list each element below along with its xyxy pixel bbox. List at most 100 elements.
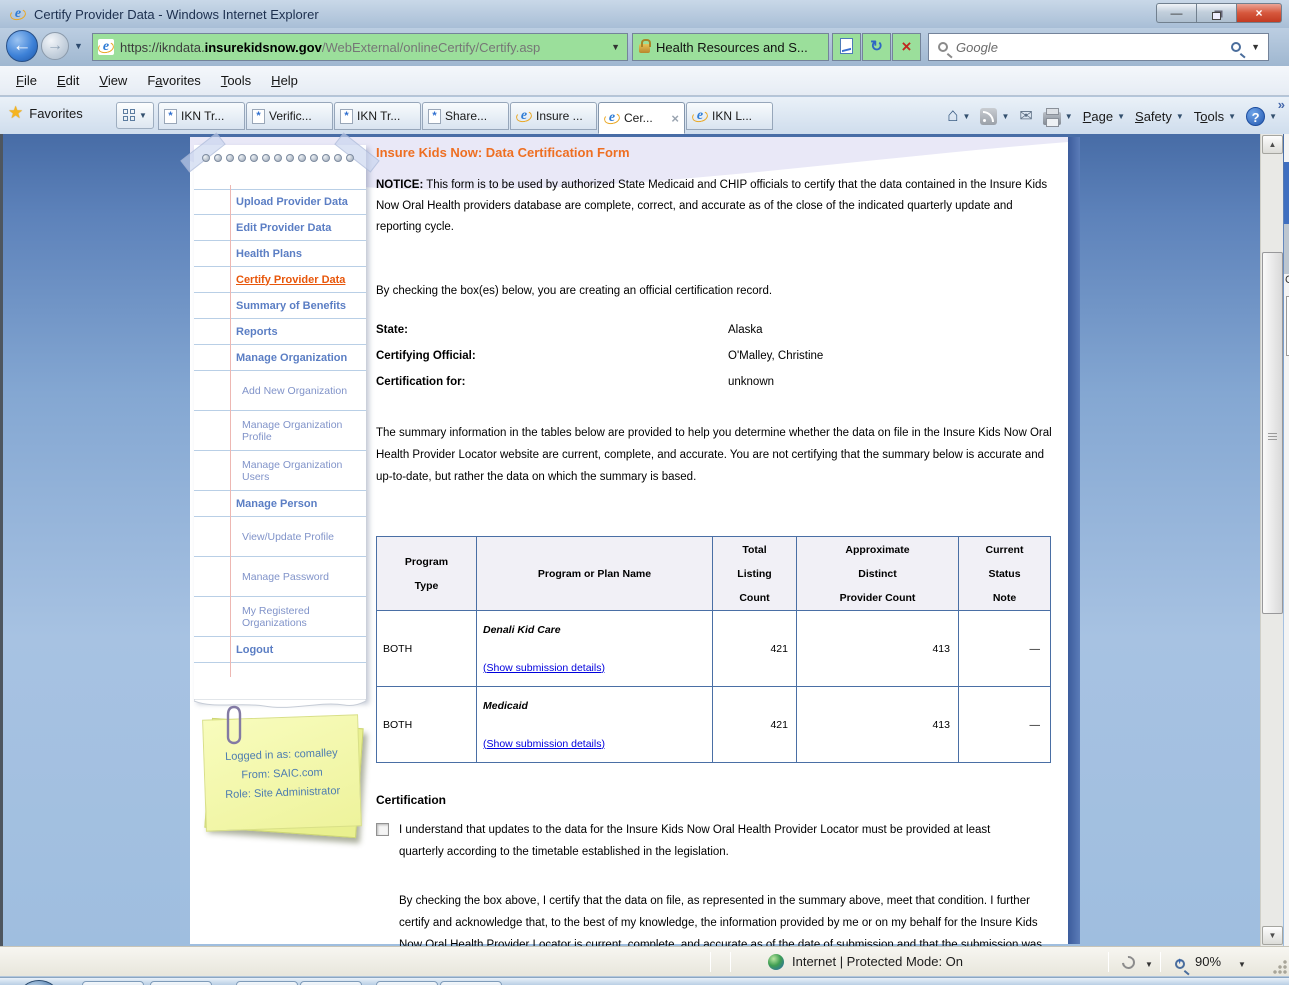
minimize-button[interactable]: — <box>1156 3 1196 23</box>
taskbar-button[interactable] <box>82 981 144 985</box>
back-button[interactable]: ← <box>6 30 38 62</box>
recent-pages-chevron-icon[interactable]: ▼ <box>74 41 83 51</box>
quick-tabs-button[interactable]: ▼ <box>116 102 154 129</box>
tab-close-icon[interactable]: × <box>671 111 679 126</box>
background-window-partial-title: C <box>1285 274 1289 286</box>
help-button[interactable]: ?▼ <box>1246 107 1277 126</box>
tab-ikn-tr-2[interactable]: *IKN Tr... <box>334 102 421 130</box>
zoom-chevron-icon[interactable]: ▼ <box>1238 960 1246 969</box>
tab-insure[interactable]: eInsure ... <box>510 102 597 130</box>
compatibility-chevron-icon[interactable]: ▼ <box>1145 960 1153 969</box>
home-button[interactable]: ⌂▼ <box>947 105 970 127</box>
tools-menu-button[interactable]: Tools▼ <box>1194 109 1236 124</box>
menu-file[interactable]: File <box>6 69 47 92</box>
torn-paper-edge <box>194 699 366 715</box>
safety-menu-button[interactable]: Safety▼ <box>1135 109 1184 124</box>
menu-edit[interactable]: Edit <box>47 69 89 92</box>
document-favicon-icon: * <box>340 109 353 124</box>
sidebar-item-manage-organization-profile[interactable]: Manage Organization Profile <box>194 411 366 451</box>
menu-tools[interactable]: Tools <box>211 69 261 92</box>
refresh-button[interactable]: ↻ <box>862 33 891 61</box>
page-viewport: Upload Provider Data Edit Provider Data … <box>0 134 1289 946</box>
taskbar-button[interactable] <box>440 981 502 985</box>
menu-help[interactable]: Help <box>261 69 308 92</box>
status-note-cell: — <box>959 687 1051 763</box>
compatibility-mode-icon[interactable] <box>1119 953 1137 971</box>
search-go-icon[interactable] <box>1231 42 1241 52</box>
resize-grip[interactable] <box>1273 960 1287 974</box>
favorites-button[interactable]: ★ Favorites <box>8 103 83 123</box>
menu-view[interactable]: View <box>89 69 137 92</box>
sidebar-item-summary-of-benefits[interactable]: Summary of Benefits <box>194 293 366 319</box>
sidebar-item-view-update-profile[interactable]: View/Update Profile <box>194 517 366 557</box>
scrollbar-thumb[interactable] <box>1262 252 1283 614</box>
sidebar-item-reports[interactable]: Reports <box>194 319 366 345</box>
address-dropdown-icon[interactable]: ▼ <box>611 42 620 52</box>
col-header-plan-name: Program or Plan Name <box>477 537 713 611</box>
ie-favicon-icon: e <box>692 108 708 124</box>
internet-zone-globe-icon <box>768 954 784 970</box>
show-submission-details-link[interactable]: (Show submission details) <box>483 738 605 750</box>
taskbar-button[interactable] <box>300 981 362 985</box>
search-options-chevron-icon[interactable]: ▼ <box>1251 42 1260 52</box>
sidebar-item-my-registered-organizations[interactable]: My Registered Organizations <box>194 597 366 637</box>
sidebar-item-certify-provider-data[interactable]: Certify Provider Data <box>194 267 366 293</box>
certifying-official-label: Certifying Official: <box>376 350 728 362</box>
restore-button[interactable] <box>1196 3 1236 23</box>
scroll-down-button[interactable]: ▼ <box>1262 926 1283 945</box>
menu-favorites[interactable]: Favorites <box>137 69 210 92</box>
sidebar-item-upload-provider-data[interactable]: Upload Provider Data <box>194 189 366 215</box>
tab-share[interactable]: *Share... <box>422 102 509 130</box>
plan-name-cell: Denali Kid Care (Show submission details… <box>477 611 713 687</box>
certification-fields: State:Alaska Certifying Official:O'Malle… <box>376 324 1052 402</box>
program-type-cell: BOTH <box>377 687 477 763</box>
sidebar-item-logout[interactable]: Logout <box>194 637 366 663</box>
sidebar-item-edit-provider-data[interactable]: Edit Provider Data <box>194 215 366 241</box>
taskbar-button[interactable] <box>236 981 298 985</box>
print-button[interactable]: ▼ <box>1043 108 1073 125</box>
certification-checkbox[interactable] <box>376 823 389 836</box>
sidebar-item-manage-person[interactable]: Manage Person <box>194 491 366 517</box>
command-bar: ⌂▼ ▼ ✉ ▼ Page▼ Safety▼ Tools▼ ?▼ <box>937 103 1277 129</box>
stop-button[interactable]: × <box>892 33 921 61</box>
sidebar-item-add-new-organization[interactable]: Add New Organization <box>194 371 366 411</box>
title-bar: e Certify Provider Data - Windows Intern… <box>0 0 1289 28</box>
tab-ikn-l[interactable]: eIKN L... <box>686 102 773 130</box>
tab-verific[interactable]: *Verific... <box>246 102 333 130</box>
vertical-scrollbar[interactable]: ▲ ▼ <box>1260 134 1283 946</box>
notebook-margin-line <box>230 185 231 677</box>
col-header-total-listing-count: Total Listing Count <box>713 537 797 611</box>
address-bar[interactable]: e https://ikndata.insurekidsnow.gov/WebE… <box>92 33 628 61</box>
tab-certify-active[interactable]: eCer...× <box>598 102 685 134</box>
feeds-button[interactable]: ▼ <box>980 108 1009 125</box>
col-header-program-type: Program Type <box>377 537 477 611</box>
search-box[interactable]: ▼ <box>928 33 1269 61</box>
status-note-cell: — <box>959 611 1051 687</box>
compatibility-view-button[interactable] <box>832 33 861 61</box>
state-value: Alaska <box>728 324 763 336</box>
search-input[interactable] <box>956 40 1231 55</box>
close-button[interactable]: × <box>1236 3 1282 23</box>
zoom-level[interactable]: 90% <box>1195 954 1221 969</box>
zoom-icon[interactable]: + <box>1175 956 1185 974</box>
start-button-orb[interactable] <box>16 980 62 985</box>
scroll-up-button[interactable]: ▲ <box>1262 135 1283 154</box>
quick-tabs-chevron-icon: ▼ <box>139 111 147 120</box>
show-submission-details-link[interactable]: (Show submission details) <box>483 662 605 674</box>
sidebar-item-health-plans[interactable]: Health Plans <box>194 241 366 267</box>
sidebar-item-manage-organization-users[interactable]: Manage Organization Users <box>194 451 366 491</box>
forward-button[interactable]: → <box>41 32 69 60</box>
sidebar-item-manage-password[interactable]: Manage Password <box>194 557 366 597</box>
security-certificate-badge[interactable]: Health Resources and S... <box>632 33 829 61</box>
security-zone-text: Internet | Protected Mode: On <box>792 954 963 969</box>
certification-for-value: unknown <box>728 376 774 388</box>
toolbar-overflow-chevron-icon[interactable]: » <box>1278 97 1285 112</box>
document-favicon-icon: * <box>252 109 265 124</box>
taskbar-button[interactable] <box>150 981 212 985</box>
certifying-official-value: O'Malley, Christine <box>728 350 823 362</box>
tab-ikn-tr-1[interactable]: *IKN Tr... <box>158 102 245 130</box>
page-menu-button[interactable]: Page▼ <box>1083 109 1125 124</box>
taskbar-button[interactable] <box>376 981 438 985</box>
sidebar-item-manage-organization[interactable]: Manage Organization <box>194 345 366 371</box>
read-mail-button[interactable]: ✉ <box>1019 106 1032 126</box>
